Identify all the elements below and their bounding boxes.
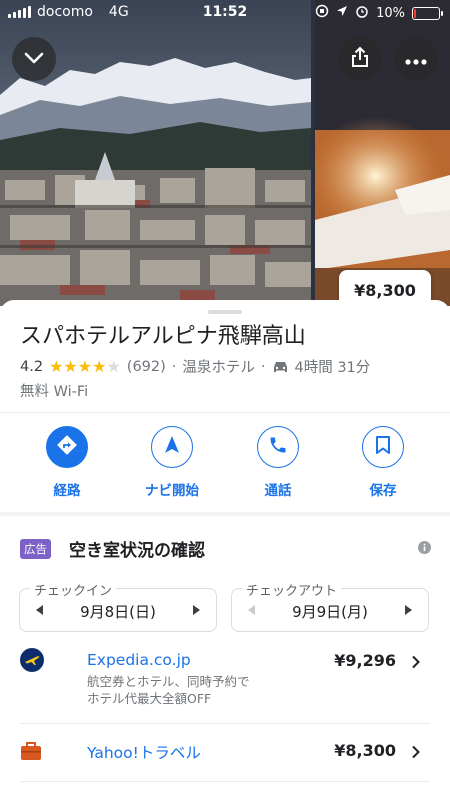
more-options-button[interactable] — [394, 37, 438, 81]
ad-badge: 広告 — [20, 538, 51, 559]
amenity-wifi: 無料 Wi-Fi — [20, 384, 89, 400]
expedia-logo-icon — [20, 648, 44, 676]
star-filled-icon: ★ — [77, 356, 93, 376]
car-icon — [272, 360, 289, 374]
share-button[interactable] — [338, 37, 382, 81]
call-label: 通話 — [264, 483, 292, 499]
phone-icon — [268, 435, 288, 459]
checkin-label: チェックイン — [30, 580, 117, 599]
offer-description-line2: ホテル代最大全額OFF — [87, 691, 212, 706]
directions-label: 経路 — [53, 483, 81, 499]
place-sheet: スパホテルアルピナ飛騨高山 4.2 ★ ★ ★ ★ ★ (692) · 温泉ホテル · … — [0, 300, 450, 800]
checkout-date: 9月9日(月) — [292, 603, 368, 621]
place-category: 温泉ホテル — [182, 360, 255, 376]
divider — [20, 723, 430, 724]
offer-description-line1: 航空券とホテル、同時予約で — [87, 674, 250, 689]
checkin-date: 9月8日(日) — [80, 603, 156, 621]
bookmark-icon — [375, 435, 391, 459]
checkout-next-icon[interactable] — [405, 605, 412, 615]
offer-row-yahoo-travel[interactable]: Yahoo!トラベル ¥8,300 — [0, 740, 450, 780]
save-circle — [362, 426, 404, 468]
divider — [0, 412, 450, 413]
start-navigation-label: ナビ開始 — [145, 483, 199, 499]
offer-price: ¥9,296 — [334, 651, 396, 670]
action-row: 経路 ナビ開始 通話 保存 — [0, 426, 450, 506]
checkin-selector[interactable]: チェックイン 9月8日(日) — [19, 580, 217, 632]
share-icon — [349, 45, 371, 73]
divider — [20, 781, 430, 782]
star-filled-icon: ★ — [92, 356, 107, 376]
drive-time: 4時間 31分 — [294, 360, 371, 376]
call-button[interactable]: 通話 — [233, 426, 323, 499]
info-icon[interactable] — [418, 539, 431, 558]
checkout-selector[interactable]: チェックアウト 9月9日(月) — [231, 580, 429, 632]
battery-icon — [412, 6, 443, 20]
availability-header: 広告 空き室状況の確認 — [20, 536, 205, 561]
rating-value: 4.2 — [20, 358, 44, 375]
navigation-icon — [163, 435, 181, 459]
alarm-icon — [355, 4, 369, 22]
chevron-right-icon — [411, 654, 420, 673]
collapse-button[interactable] — [12, 37, 56, 81]
offer-row-expedia[interactable]: Expedia.co.jp 航空券とホテル、同時予約で ホテル代最大全額OFF … — [0, 648, 450, 722]
place-meta: 4.2 ★ ★ ★ ★ ★ (692) · 温泉ホテル · 4時間 31分 — [20, 356, 370, 377]
start-navigation-button[interactable]: ナビ開始 — [127, 426, 217, 499]
section-divider — [0, 512, 450, 516]
review-count[interactable]: (692) — [127, 359, 166, 375]
offer-name[interactable]: Yahoo!トラベル — [87, 741, 201, 763]
chevron-down-icon — [23, 50, 45, 69]
checkout-label: チェックアウト — [242, 580, 342, 599]
availability-title: 空き室状況の確認 — [69, 541, 205, 561]
offer-price: ¥8,300 — [334, 741, 396, 760]
save-button[interactable]: 保存 — [338, 426, 428, 499]
directions-button[interactable]: 経路 — [22, 426, 112, 499]
battery-percent: 10% — [376, 5, 405, 21]
checkin-next-icon[interactable] — [193, 605, 200, 615]
separator-dot: · — [171, 358, 177, 375]
offer-name[interactable]: Expedia.co.jp — [87, 651, 191, 669]
rating-stars: ★ ★ ★ ★ ★ — [49, 356, 121, 376]
suitcase-icon — [20, 740, 42, 766]
chevron-right-icon — [411, 744, 420, 763]
star-filled-icon: ★ — [63, 356, 78, 376]
separator-dot: · — [260, 358, 266, 375]
star-filled-icon: ★ — [49, 356, 64, 376]
directions-icon — [56, 434, 78, 460]
call-circle — [257, 426, 299, 468]
save-label: 保存 — [369, 483, 397, 499]
photo-carousel[interactable]: docomo 4G 11:52 10% — [0, 0, 450, 306]
status-bar: docomo 4G 11:52 10% — [0, 0, 450, 26]
sheet-handle[interactable] — [208, 310, 242, 314]
navigation-circle — [151, 426, 193, 468]
directions-circle — [46, 426, 88, 468]
star-empty-icon: ★ — [106, 356, 121, 376]
more-horizontal-icon — [405, 50, 427, 69]
location-icon — [336, 5, 348, 21]
place-title: スパホテルアルピナ飛騨高山 — [20, 324, 306, 349]
orientation-lock-icon — [315, 4, 329, 22]
